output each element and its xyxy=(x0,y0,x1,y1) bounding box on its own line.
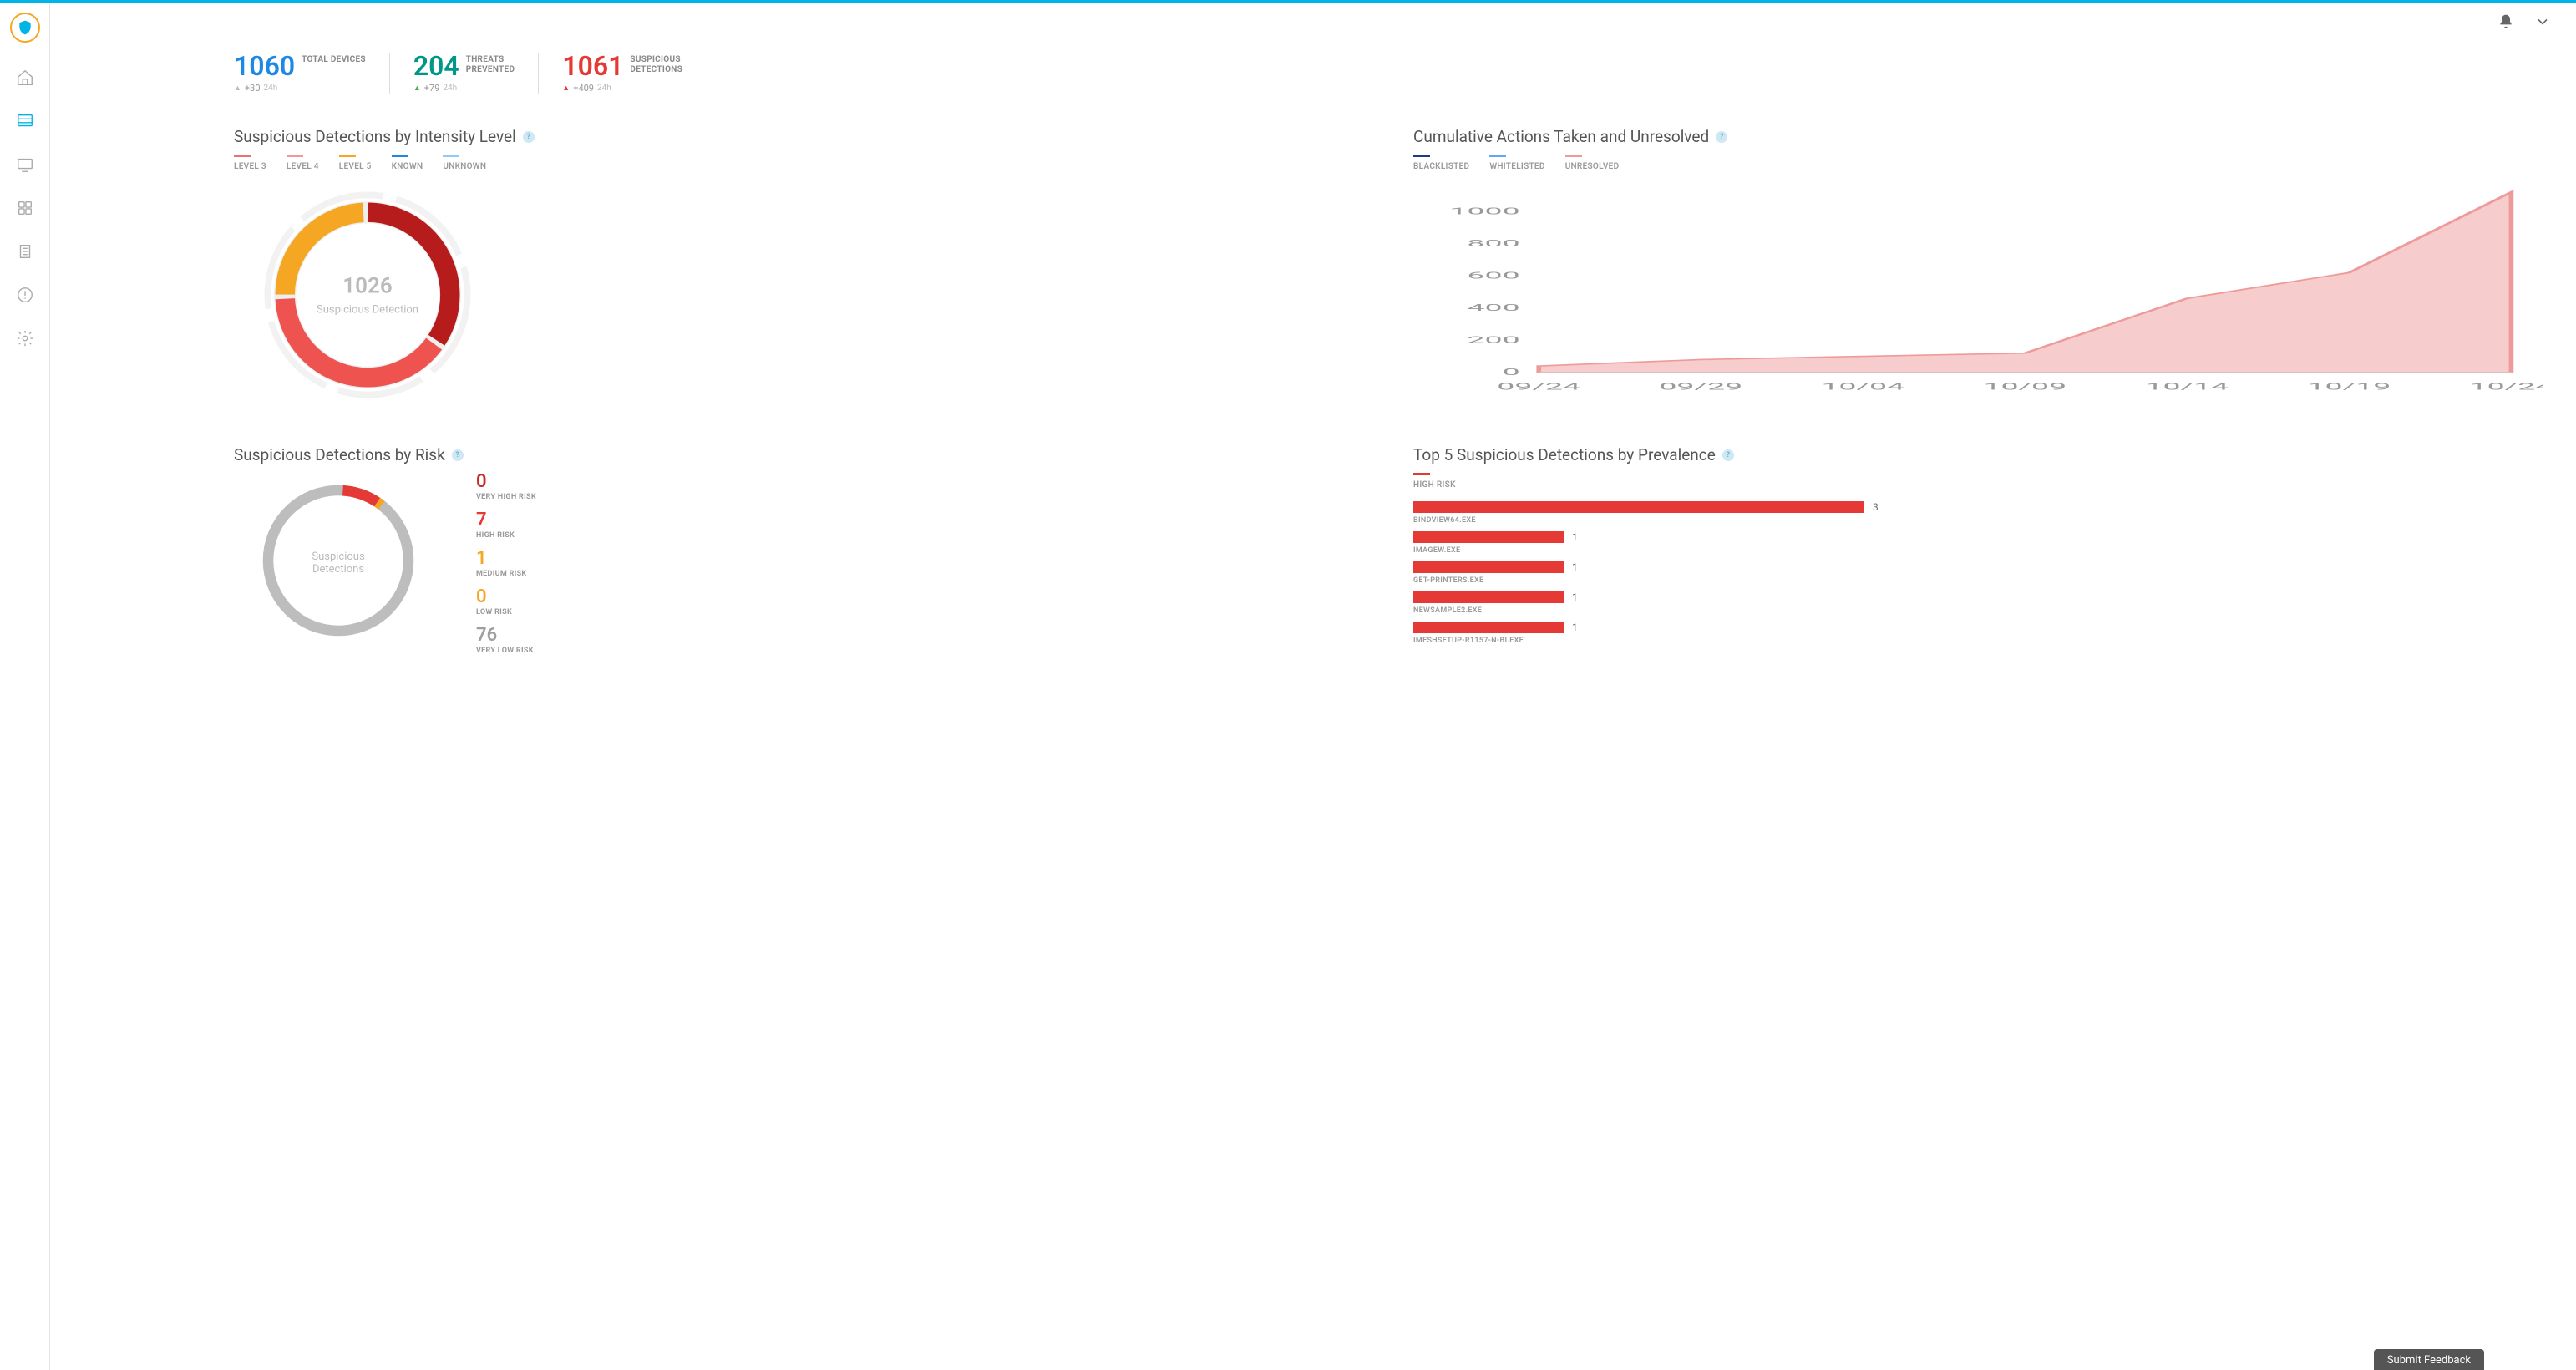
donut-chart[interactable]: Suspicious Detections xyxy=(251,473,426,648)
stat-delta: ▲ +79 24h xyxy=(413,83,515,94)
stat-value: 1061 xyxy=(562,53,623,79)
gear-icon xyxy=(16,329,34,348)
chart-title: Suspicious Detections by Intensity Level… xyxy=(234,127,1363,146)
svg-text:10/19: 10/19 xyxy=(2307,381,2391,392)
legend-item[interactable]: LEVEL 3 xyxy=(234,155,266,171)
chart-risk: Suspicious Detections by Risk ? Suspicio… xyxy=(234,445,1363,655)
dashboard-icon xyxy=(16,112,34,130)
chart-prevalence: Top 5 Suspicious Detections by Prevalenc… xyxy=(1413,445,2543,655)
legend-item[interactable]: WHITELISTED xyxy=(1489,155,1544,171)
prevalence-bar[interactable]: 1GET-PRINTERS.EXE xyxy=(1413,561,2543,585)
svg-text:200: 200 xyxy=(1467,334,1519,345)
legend-item[interactable]: KNOWN xyxy=(392,155,423,171)
risk-item[interactable]: 1MEDIUM RISK xyxy=(476,550,536,578)
prevalence-bar[interactable]: 1IMAGEW.EXE xyxy=(1413,531,2543,555)
nav-settings[interactable] xyxy=(5,318,45,358)
risk-list: 0VERY HIGH RISK 7HIGH RISK 1MEDIUM RISK 0LO… xyxy=(476,473,536,655)
chart-intensity: Suspicious Detections by Intensity Level… xyxy=(234,127,1363,403)
main-area: 1060 TOTAL DEVICES ▲ +30 24h 204 THREATS xyxy=(50,3,2576,1370)
app-root: 1060 TOTAL DEVICES ▲ +30 24h 204 THREATS xyxy=(0,0,2576,1370)
legend-item[interactable]: BLACKLISTED xyxy=(1413,155,1469,171)
svg-text:10/09: 10/09 xyxy=(1983,381,2066,392)
monitor-icon xyxy=(16,155,34,174)
risk-item[interactable]: 7HIGH RISK xyxy=(476,511,536,540)
legend-item[interactable]: LEVEL 5 xyxy=(339,155,372,171)
sidebar xyxy=(0,3,50,1370)
brand-logo[interactable] xyxy=(10,13,40,43)
svg-text:400: 400 xyxy=(1467,302,1519,313)
chart-legend: BLACKLISTED WHITELISTED UNRESOLVED xyxy=(1413,155,2543,171)
donut-center: Suspicious Detections xyxy=(295,545,383,576)
svg-text:800: 800 xyxy=(1467,238,1519,249)
legend-item[interactable]: UNKNOWN xyxy=(443,155,486,171)
risk-item[interactable]: 0LOW RISK xyxy=(476,588,536,616)
svg-text:10/24: 10/24 xyxy=(2470,381,2543,392)
chart-legend: LEVEL 3 LEVEL 4 LEVEL 5 KNOWN UNKNOWN xyxy=(234,155,1363,171)
legend-item[interactable]: UNRESOLVED xyxy=(1565,155,1620,171)
svg-text:1000: 1000 xyxy=(1449,206,1519,216)
svg-text:10/04: 10/04 xyxy=(1821,381,1904,392)
chart-title: Cumulative Actions Taken and Unresolved … xyxy=(1413,127,2543,146)
nav-dashboard[interactable] xyxy=(5,101,45,141)
legend-item[interactable]: LEVEL 4 xyxy=(287,155,319,171)
help-icon[interactable]: ? xyxy=(1716,131,1727,143)
chart-title: Suspicious Detections by Risk ? xyxy=(234,445,1363,464)
prevalence-bars: HIGH RISK 3BINDVIEW64.EXE 1IMAGEW.EXE 1GET… xyxy=(1413,473,2543,652)
bell-icon xyxy=(2497,13,2514,30)
stat-label: THREATS PREVENTED xyxy=(466,53,515,75)
nav-devices[interactable] xyxy=(5,145,45,185)
stat-threats-prevented[interactable]: 204 THREATS PREVENTED ▲ +79 24h xyxy=(389,53,538,94)
svg-text:09/29: 09/29 xyxy=(1659,381,1742,392)
svg-text:10/14: 10/14 xyxy=(2145,381,2229,392)
area-chart[interactable]: 0 200 400 600 800 1000 09/24 09/29 10/04 10/09 10… xyxy=(1413,186,2543,395)
alert-circle-icon xyxy=(16,286,34,304)
scroll-icon xyxy=(16,242,34,261)
legend-item: HIGH RISK xyxy=(1413,473,2543,490)
stat-total-devices[interactable]: 1060 TOTAL DEVICES ▲ +30 24h xyxy=(234,53,389,94)
svg-text:09/24: 09/24 xyxy=(1497,381,1580,392)
nav-alerts[interactable] xyxy=(5,275,45,315)
help-icon[interactable]: ? xyxy=(452,449,464,461)
donut-center: 1026 Suspicious Detection xyxy=(317,274,418,317)
donut-chart[interactable]: 1026 Suspicious Detection xyxy=(259,186,476,403)
stat-suspicious-detections[interactable]: 1061 SUSPICIOUS DETECTIONS ▲ +409 24h xyxy=(538,53,706,94)
nav-logs[interactable] xyxy=(5,231,45,271)
chevron-down-icon xyxy=(2534,13,2551,30)
prevalence-bar[interactable]: 1NEWSAMPLE2.EXE xyxy=(1413,591,2543,615)
shield-icon xyxy=(17,19,33,36)
notifications-button[interactable] xyxy=(2497,13,2514,33)
chart-title: Top 5 Suspicious Detections by Prevalenc… xyxy=(1413,445,2543,464)
help-icon[interactable]: ? xyxy=(523,131,535,143)
stat-label: SUSPICIOUS DETECTIONS xyxy=(630,53,682,75)
user-menu-button[interactable] xyxy=(2534,13,2551,33)
stat-delta: ▲ +30 24h xyxy=(234,83,366,94)
nav-home[interactable] xyxy=(5,58,45,98)
dashboard-content: 1060 TOTAL DEVICES ▲ +30 24h 204 THREATS xyxy=(50,44,2576,1370)
svg-text:0: 0 xyxy=(1503,367,1520,378)
risk-item[interactable]: 76VERY LOW RISK xyxy=(476,627,536,655)
risk-item[interactable]: 0VERY HIGH RISK xyxy=(476,473,536,501)
stat-delta: ▲ +409 24h xyxy=(562,83,682,94)
svg-text:600: 600 xyxy=(1467,270,1519,281)
prevalence-bar[interactable]: 3BINDVIEW64.EXE xyxy=(1413,501,2543,525)
help-icon[interactable]: ? xyxy=(1722,449,1734,461)
grid-icon xyxy=(16,199,34,217)
chart-cumulative: Cumulative Actions Taken and Unresolved … xyxy=(1413,127,2543,403)
summary-stats: 1060 TOTAL DEVICES ▲ +30 24h 204 THREATS xyxy=(234,53,2543,94)
submit-feedback-button[interactable]: Submit Feedback xyxy=(2374,1349,2484,1370)
charts-grid: Suspicious Detections by Intensity Level… xyxy=(234,127,2543,655)
prevalence-bar[interactable]: 1IMESHSETUP-R1157-N-BI.EXE xyxy=(1413,622,2543,645)
topbar xyxy=(50,3,2576,44)
stat-value: 1060 xyxy=(234,53,295,79)
stat-label: TOTAL DEVICES xyxy=(302,53,366,65)
stat-value: 204 xyxy=(413,53,459,79)
home-icon xyxy=(16,68,34,87)
nav-apps[interactable] xyxy=(5,188,45,228)
